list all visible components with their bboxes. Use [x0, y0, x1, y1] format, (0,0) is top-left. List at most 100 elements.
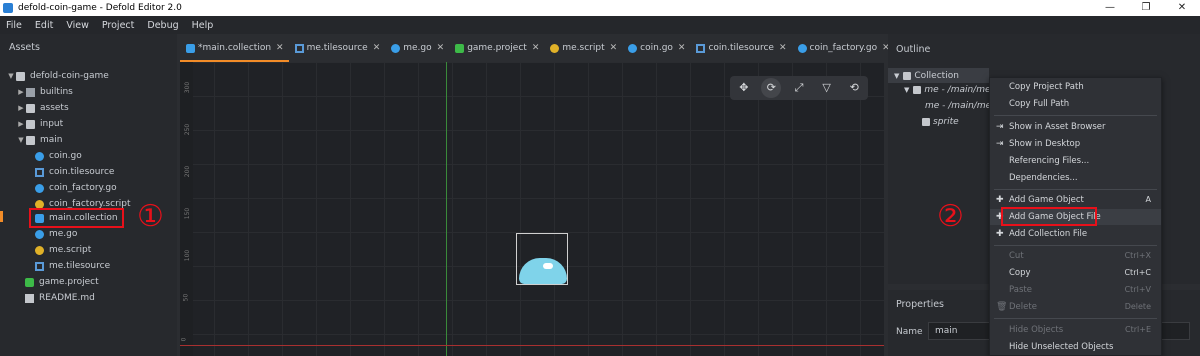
menu-referencing-files[interactable]: Referencing Files...	[990, 153, 1161, 169]
asset-item-assets[interactable]: ▶ assets	[16, 100, 68, 116]
highlight-box-step1	[29, 208, 124, 228]
tilesource-icon	[696, 43, 706, 53]
outline-label: me - /main/me.tilesource	[925, 101, 989, 111]
project-icon	[455, 43, 465, 53]
folder-icon	[26, 135, 35, 145]
menu-hide-objects[interactable]: Hide Objects Ctrl+E	[990, 322, 1161, 338]
close-tab-icon[interactable]: ✕	[437, 43, 445, 53]
reset-camera-icon[interactable]: ⟲	[844, 78, 864, 98]
expand-arrow-icon[interactable]: ▶	[16, 116, 26, 132]
asset-item-coin-go[interactable]: coin.go	[35, 148, 82, 164]
close-tab-icon[interactable]: ✕	[276, 43, 284, 53]
ruler-label: 100	[184, 249, 192, 262]
tab-coin-go[interactable]: coin.go ✕	[622, 34, 690, 62]
menu-dependencies[interactable]: Dependencies...	[990, 170, 1161, 186]
menu-item-label: Hide Objects	[1009, 325, 1064, 335]
menu-paste[interactable]: Paste Ctrl+V	[990, 282, 1161, 298]
menu-copy-full-path[interactable]: Copy Full Path	[990, 96, 1161, 112]
tab-game-project[interactable]: game.project ✕	[449, 34, 544, 62]
tab-me-script[interactable]: me.script ✕	[544, 34, 622, 62]
asset-item-builtins[interactable]: ▶ builtins	[16, 84, 73, 100]
asset-label: me.go	[49, 229, 78, 239]
menu-view[interactable]: View	[66, 20, 89, 31]
close-tab-icon[interactable]: ✕	[373, 43, 381, 53]
menu-edit[interactable]: Edit	[35, 20, 53, 31]
rotate-tool-icon[interactable]: ⟳	[761, 78, 782, 98]
tab-me-tilesource[interactable]: me.tilesource ✕	[289, 34, 386, 62]
menu-separator	[994, 115, 1157, 116]
y-axis-line	[446, 62, 447, 356]
ruler-label: 200	[184, 165, 192, 178]
expand-arrow-icon[interactable]: ▼	[6, 68, 16, 84]
asset-item-me-tilesource[interactable]: me.tilesource	[35, 258, 110, 274]
asset-item-main[interactable]: ▼ main	[16, 132, 62, 148]
expand-arrow-icon[interactable]: ▼	[904, 86, 909, 94]
asset-item-coin-factory-go[interactable]: coin_factory.go	[35, 180, 117, 196]
asset-item-me-script[interactable]: me.script	[35, 242, 91, 258]
menu-copy-project-path[interactable]: Copy Project Path	[990, 79, 1161, 95]
tab-me-go[interactable]: me.go ✕	[385, 34, 449, 62]
maximize-button[interactable]: ❐	[1128, 0, 1164, 16]
scene-view[interactable]: 300 250 200 150 100 50 0 ✥ ⟳ ⤢ ▽ ⟲	[180, 62, 884, 356]
shortcut-label: Ctrl+E	[1125, 325, 1151, 334]
menu-separator	[994, 318, 1157, 319]
menu-show-in-desktop[interactable]: ⇥ Show in Desktop	[990, 136, 1161, 152]
tab-coin-tilesource[interactable]: coin.tilesource ✕	[690, 34, 791, 62]
editor-tab-bar: *main.collection ✕ me.tilesource ✕ me.go…	[180, 34, 972, 62]
expand-arrow-icon[interactable]: ▶	[16, 100, 26, 116]
asset-item-me-go[interactable]: me.go	[35, 226, 77, 242]
menu-add-game-object[interactable]: ✚ Add Game Object A	[990, 192, 1161, 208]
step2-marker: ②	[937, 199, 964, 234]
game-object-icon	[797, 43, 807, 53]
file-icon	[25, 293, 34, 303]
ruler-label: 0	[180, 337, 188, 342]
menu-project[interactable]: Project	[102, 20, 135, 31]
menu-copy[interactable]: Copy Ctrl+C	[990, 265, 1161, 281]
menu-item-label: Copy	[1009, 268, 1031, 278]
assets-title: Assets	[9, 42, 40, 53]
close-tab-icon[interactable]: ✕	[610, 43, 618, 53]
expand-arrow-icon[interactable]: ▼	[16, 132, 26, 148]
menu-file[interactable]: File	[6, 20, 22, 31]
menu-help[interactable]: Help	[192, 20, 214, 31]
tab-label: me.script	[562, 43, 605, 53]
outline-item-sprite[interactable]: sprite	[922, 117, 959, 127]
asset-item-game-project[interactable]: game.project	[25, 274, 99, 290]
minimize-button[interactable]: —	[1092, 0, 1128, 16]
project-icon	[25, 277, 34, 287]
ruler-label: 250	[184, 123, 192, 136]
tab-main-collection[interactable]: *main.collection ✕	[180, 34, 289, 62]
outline-item-me-tilesource[interactable]: me - /main/me.tilesource	[922, 101, 989, 111]
menu-cut[interactable]: Cut Ctrl+X	[990, 248, 1161, 264]
outline-item-collection[interactable]: ▼ Collection	[888, 68, 989, 83]
expand-arrow-icon[interactable]: ▼	[894, 72, 899, 80]
close-tab-icon[interactable]: ✕	[532, 43, 540, 53]
menu-delete[interactable]: 🗑 Delete Delete	[990, 299, 1161, 315]
menu-item-label: Show in Asset Browser	[1009, 122, 1106, 132]
asset-item-root[interactable]: ▼ defold-coin-game	[6, 68, 109, 84]
scale-tool-icon[interactable]: ⤢	[789, 78, 809, 98]
close-tab-icon[interactable]: ✕	[678, 43, 686, 53]
show-icon: ⇥	[996, 139, 1004, 149]
asset-item-input[interactable]: ▶ input	[16, 116, 63, 132]
game-object-icon	[35, 183, 44, 193]
tilesource-icon	[294, 43, 304, 53]
tab-coin-factory-go[interactable]: coin_factory.go ✕	[792, 34, 895, 62]
asset-item-readme[interactable]: README.md	[25, 290, 95, 306]
move-tool-icon[interactable]: ✥	[734, 78, 754, 98]
defold-logo-icon	[3, 3, 13, 13]
menu-show-in-asset-browser[interactable]: ⇥ Show in Asset Browser	[990, 119, 1161, 135]
close-window-button[interactable]: ✕	[1164, 0, 1200, 16]
visibility-filter-icon[interactable]: ▽	[817, 78, 837, 98]
menu-hide-unselected-objects[interactable]: Hide Unselected Objects	[990, 339, 1161, 355]
menu-debug[interactable]: Debug	[147, 20, 178, 31]
highlight-box-step2	[1001, 207, 1097, 226]
vertical-ruler: 300 250 200 150 100 50 0	[180, 62, 193, 356]
asset-item-coin-tilesource[interactable]: coin.tilesource	[35, 164, 114, 180]
expand-arrow-icon[interactable]: ▶	[16, 84, 26, 100]
selection-marker	[0, 211, 3, 222]
close-tab-icon[interactable]: ✕	[779, 43, 787, 53]
menu-item-label: Add Collection File	[1009, 229, 1088, 239]
menu-add-collection-file[interactable]: ✚ Add Collection File	[990, 226, 1161, 242]
outline-label: Collection	[914, 70, 959, 81]
